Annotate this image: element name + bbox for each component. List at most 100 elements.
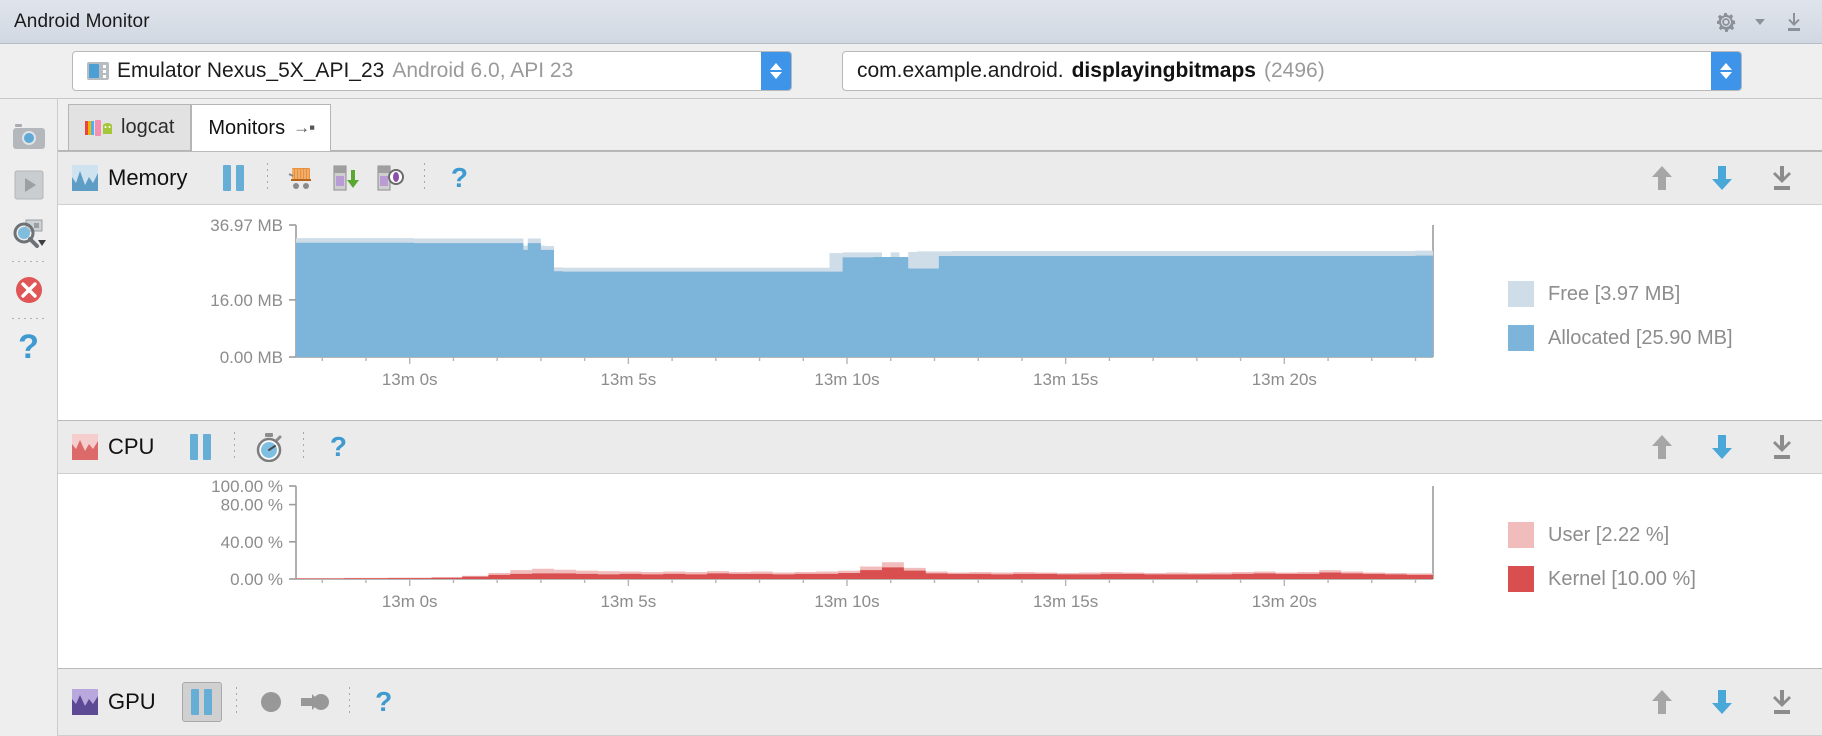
legend-item: User [2.22 %] xyxy=(1508,522,1696,548)
device-icon xyxy=(87,62,109,80)
memory-monitor-icon xyxy=(72,165,98,191)
collapse-button[interactable] xyxy=(1762,158,1802,198)
device-name: Emulator Nexus_5X_API_23 xyxy=(117,59,385,82)
pause-icon xyxy=(189,434,211,460)
capture-button[interactable] xyxy=(295,682,335,722)
layout-inspector-icon[interactable] xyxy=(6,209,52,257)
pause-button[interactable] xyxy=(181,682,222,722)
collapse-icon xyxy=(1773,435,1791,459)
record-button[interactable] xyxy=(251,682,291,722)
dump-java-heap-button[interactable] xyxy=(326,158,366,198)
pause-button[interactable] xyxy=(213,158,253,198)
android-monitor-window: Android Monitor Emulator Nexus_5X_API_23… xyxy=(0,0,1822,736)
collapse-icon xyxy=(1773,166,1791,190)
move-up-button[interactable] xyxy=(1642,158,1682,198)
monitor-tab-strip: logcat Monitors →▪ xyxy=(58,99,1822,151)
svg-text:36.97 MB: 36.97 MB xyxy=(210,216,283,235)
process-package-prefix: com.example.android. xyxy=(857,59,1064,82)
memory-panel-title: Memory xyxy=(108,165,188,190)
gpu-panel-title: GPU xyxy=(108,689,156,714)
initiate-gc-button[interactable] xyxy=(282,158,322,198)
help-button[interactable]: ? xyxy=(364,682,404,722)
help-button[interactable]: ? xyxy=(318,427,358,467)
cpu-panel-header-actions xyxy=(1642,427,1812,467)
move-up-button[interactable] xyxy=(1642,682,1682,722)
arrow-down-icon xyxy=(1712,435,1732,459)
arrow-down-icon xyxy=(1712,690,1732,714)
memory-toolbar: ? xyxy=(213,158,479,198)
gpu-monitor-panel: GPU ? xyxy=(58,668,1822,736)
svg-text:40.00 %: 40.00 % xyxy=(221,533,283,552)
move-down-button[interactable] xyxy=(1702,682,1742,722)
svg-text:13m 15s: 13m 15s xyxy=(1033,592,1098,611)
collapse-button[interactable] xyxy=(1762,682,1802,722)
legend-label: Allocated [25.90 MB] xyxy=(1548,326,1733,349)
memory-chart-area[interactable]: 36.97 MB 16.00 MB 0.00 MB 13m 0s 13m 5s 13m 1… xyxy=(58,205,1822,420)
svg-text:13m 5s: 13m 5s xyxy=(600,592,656,611)
svg-text:13m 5s: 13m 5s xyxy=(600,370,656,389)
pause-button[interactable] xyxy=(180,427,220,467)
allocation-tracker-icon xyxy=(377,165,405,191)
toolbar-divider xyxy=(235,687,237,717)
tool-rail: ? xyxy=(0,99,58,736)
svg-text:13m 10s: 13m 10s xyxy=(814,592,879,611)
gpu-panel-header: GPU ? xyxy=(58,668,1822,736)
screen-record-icon[interactable] xyxy=(6,161,52,209)
heap-dump-icon xyxy=(333,165,360,191)
toolbar-divider xyxy=(234,432,236,462)
terminate-application-icon[interactable] xyxy=(6,266,52,314)
start-method-tracing-button[interactable] xyxy=(249,427,289,467)
svg-text:13m 0s: 13m 0s xyxy=(382,592,438,611)
toolbar-divider xyxy=(424,163,426,193)
legend-swatch xyxy=(1508,522,1534,548)
move-down-button[interactable] xyxy=(1702,427,1742,467)
record-circle-icon xyxy=(260,692,281,712)
capture-icon xyxy=(300,694,329,710)
device-selector-spinner[interactable] xyxy=(761,52,791,90)
legend-swatch xyxy=(1508,325,1534,351)
device-selector-value: Emulator Nexus_5X_API_23 Android 6.0, AP… xyxy=(73,59,761,83)
question-mark-glyph: ? xyxy=(450,162,468,193)
cpu-monitor-panel: CPU ? 100.00 % 80.00 % 40.00 % 0.00 % 13… xyxy=(58,420,1822,637)
move-up-button[interactable] xyxy=(1642,427,1682,467)
chevron-up-icon xyxy=(1720,63,1732,70)
pause-icon xyxy=(222,165,244,191)
legend-label: Free [3.97 MB] xyxy=(1548,282,1681,305)
screen-capture-icon[interactable] xyxy=(6,113,52,161)
memory-panel-header-actions xyxy=(1642,158,1812,198)
gear-icon[interactable] xyxy=(1714,10,1738,34)
device-selector-combobox[interactable]: Emulator Nexus_5X_API_23 Android 6.0, AP… xyxy=(72,51,792,91)
svg-text:16.00 MB: 16.00 MB xyxy=(210,291,283,310)
svg-text:80.00 %: 80.00 % xyxy=(221,496,283,515)
pin-icon[interactable]: →▪ xyxy=(293,118,315,138)
svg-text:0.00 %: 0.00 % xyxy=(230,570,283,589)
process-selector-spinner[interactable] xyxy=(1711,52,1741,90)
cpu-toolbar: ? xyxy=(180,427,358,467)
title-bar-actions xyxy=(1714,10,1822,34)
move-down-button[interactable] xyxy=(1702,158,1742,198)
start-allocation-tracking-button[interactable] xyxy=(370,158,410,198)
cpu-panel-header: CPU ? xyxy=(58,420,1822,474)
hide-window-icon[interactable] xyxy=(1782,10,1806,34)
cpu-monitor-icon xyxy=(72,434,98,460)
svg-text:13m 20s: 13m 20s xyxy=(1252,592,1317,611)
question-mark-glyph: ? xyxy=(375,686,393,717)
svg-text:0.00 MB: 0.00 MB xyxy=(220,348,283,367)
gpu-toolbar: ? xyxy=(181,682,404,722)
arrow-up-icon xyxy=(1652,435,1672,459)
process-selector-combobox[interactable]: com.example.android. displayingbitmaps (… xyxy=(842,51,1742,91)
arrow-up-icon xyxy=(1652,690,1672,714)
svg-text:13m 10s: 13m 10s xyxy=(814,370,879,389)
tab-monitors[interactable]: Monitors →▪ xyxy=(191,104,332,151)
tab-monitors-label: Monitors xyxy=(208,116,286,139)
help-icon[interactable]: ? xyxy=(6,323,52,371)
cpu-chart-area[interactable]: 100.00 % 80.00 % 40.00 % 0.00 % 13m 0s 13m 5s… xyxy=(58,474,1822,637)
memory-monitor-panel: Memory ? 36.97 MB 16.00 MB 0.00 MB 13m 0… xyxy=(58,151,1822,420)
chevron-down-icon[interactable] xyxy=(1754,17,1766,27)
collapse-button[interactable] xyxy=(1762,427,1802,467)
toolbar-divider xyxy=(348,687,350,717)
svg-text:13m 15s: 13m 15s xyxy=(1033,370,1098,389)
tab-logcat[interactable]: logcat xyxy=(68,104,192,150)
chevron-down-icon xyxy=(770,72,782,79)
help-button[interactable]: ? xyxy=(439,158,479,198)
